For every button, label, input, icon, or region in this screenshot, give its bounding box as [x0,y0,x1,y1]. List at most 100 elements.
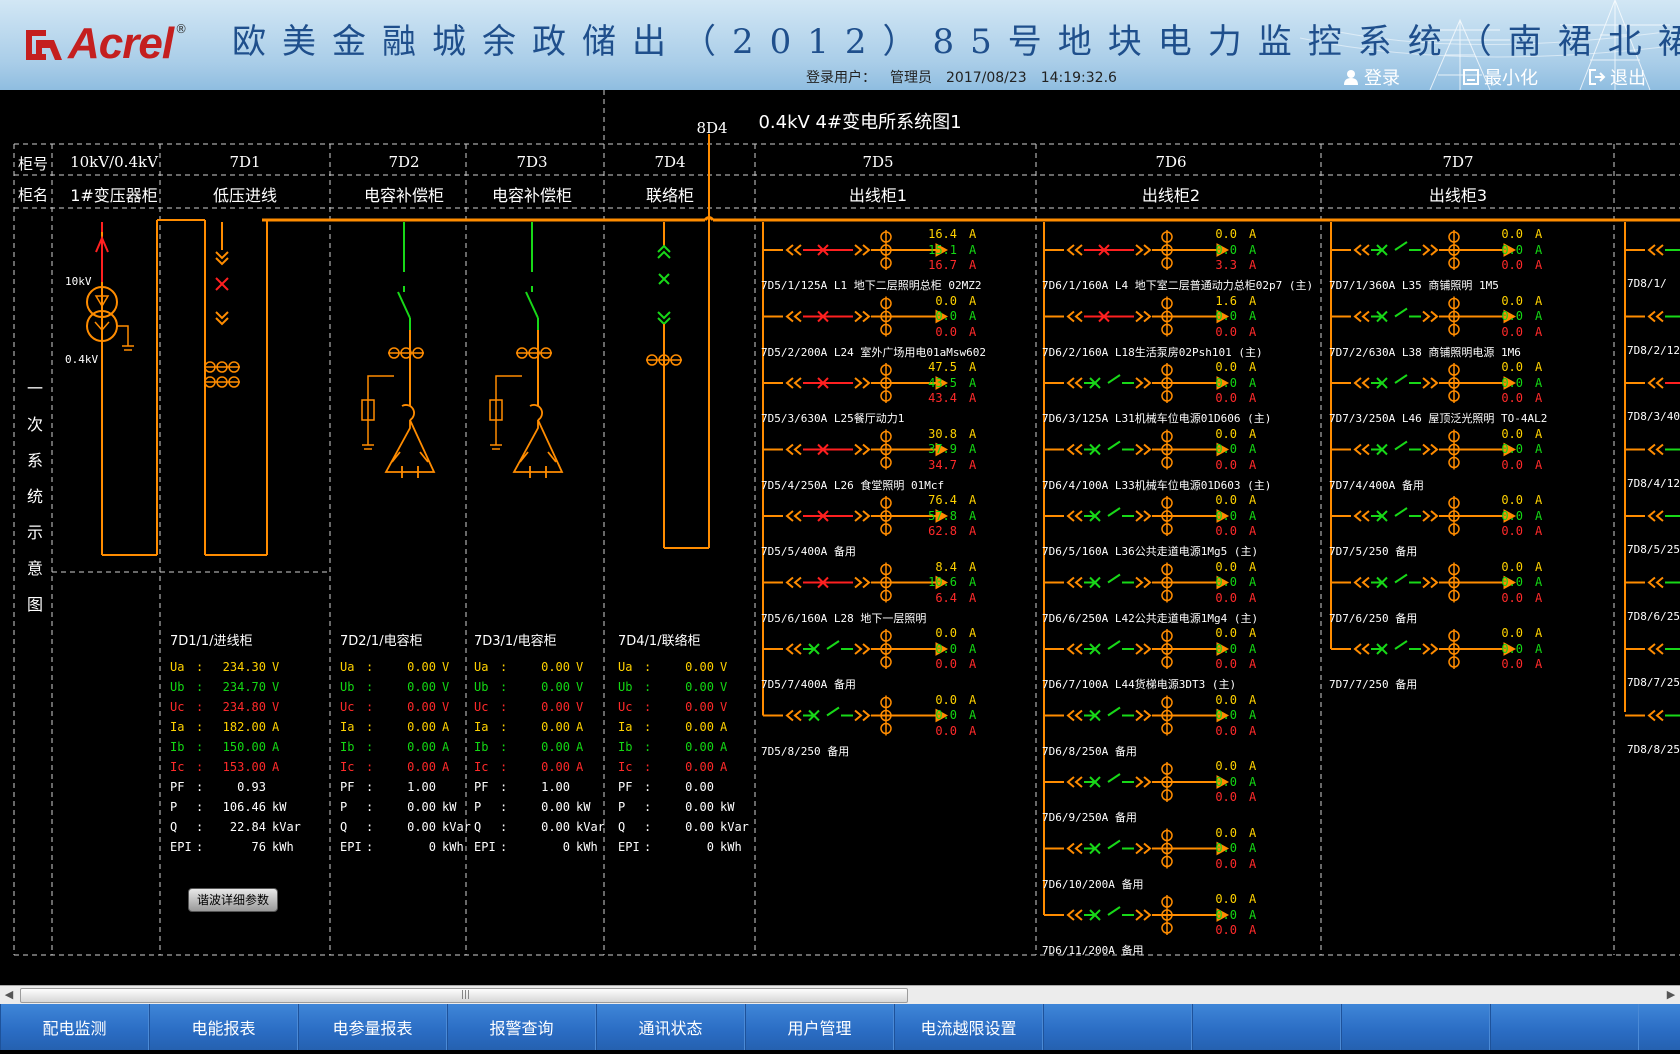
nav-item-9[interactable] [1341,1004,1490,1050]
feeder-0-2-load-arrow-icon [935,376,949,390]
feeder-0-7-incoming-chevron-icon [785,709,802,722]
nav-item-3[interactable]: 报警查询 [447,1004,596,1050]
nav-item-4[interactable]: 通讯状态 [596,1004,745,1050]
feeder-1-6-incoming-chevron-icon [1066,643,1083,655]
feeder-1-6-load-arrow-icon [1216,642,1230,656]
feeder-1-10-incoming-chevron-icon [1066,909,1083,921]
harmonic-details-button[interactable]: 谐波详细参数 [188,888,278,912]
nav-item-7[interactable] [1043,1004,1192,1050]
login-user: 管理员 [890,70,932,86]
tie-bottom-icon [657,311,671,326]
feeder-1-2-incoming-chevron-icon [1066,377,1083,389]
feeder-0-7-load-arrow-icon [935,708,949,723]
login-button-label: 登录 [1364,68,1400,89]
cap-7d3-switch-open-icon [525,291,539,319]
hv-arrow-icon [95,235,109,282]
feeder-1-4-switch-open-icon [1107,507,1121,517]
feeder-2-0-outgoing-chevron-icon [1422,244,1439,256]
nav-item-8[interactable] [1192,1004,1341,1050]
exit-button[interactable]: 退出 [1588,64,1646,90]
feeder-1-2-outgoing-chevron-icon [1135,377,1152,389]
feeder-2-4-outgoing-chevron-icon [1422,510,1439,522]
horizontal-scrollbar[interactable]: ◀ ||| ▶ [0,985,1680,1004]
ct-7d2 [388,347,424,359]
nav-item-10[interactable] [1490,1004,1639,1050]
feeder-1-6-switch-open-icon [1107,640,1121,650]
feeder-0-7-switch-open-icon [826,706,840,717]
feeder-0-5-outgoing-chevron-icon [854,576,871,589]
feeder-1-3-outgoing-chevron-icon [1135,443,1152,456]
scroll-right-icon[interactable]: ▶ [1662,986,1680,1004]
feeder-1-2-switch-open-icon [1107,374,1121,384]
login-info: 登录用户： 管理员 2017/08/23 14:19:32.6 [806,67,1131,87]
feeder-2-5-switch-open-icon [1394,573,1408,584]
feeder-2-2-outgoing-chevron-icon [1422,377,1439,389]
feeder-1-8-incoming-chevron-icon [1066,776,1083,788]
cap-7d2-arrester-icon [361,375,394,450]
minimize-button[interactable]: 最小化 [1462,64,1538,90]
feeder-0-6-load-arrow-icon [935,642,949,656]
scroll-left-icon[interactable]: ◀ [0,986,18,1004]
brand-name: Acrel [68,19,174,68]
nav-item-0[interactable]: 配电监测 [0,1004,149,1050]
user-icon [1344,70,1358,85]
feeder-2-6-incoming-chevron-icon [1353,643,1370,655]
feeder-2-2-switch-open-icon [1394,374,1408,384]
feeder-1-5-incoming-chevron-icon [1066,576,1083,589]
feeder-1-4-outgoing-chevron-icon [1135,510,1152,522]
feeder-1-6-outgoing-chevron-icon [1135,643,1152,655]
feeder-1-0-incoming-chevron-icon [1066,244,1083,256]
feeder-0-2-incoming-chevron-icon [785,377,802,389]
nav-item-5[interactable]: 用户管理 [745,1004,894,1050]
tie-breaker-open-icon [658,273,670,285]
acrel-logo: Acrel ® [22,19,188,68]
feeder-0-0-incoming-chevron-icon [785,244,802,256]
feeder-2-3-incoming-chevron-icon [1353,443,1370,456]
feeder-0-6-incoming-chevron-icon [785,643,802,655]
incoming-breaker-closed-icon [215,277,229,291]
feeder-2-6-switch-open-icon [1394,640,1408,650]
feeder-1-4-incoming-chevron-icon [1066,510,1083,522]
cap-7d3-arrester-icon [489,375,522,450]
feeder-1-10-switch-open-icon [1107,906,1121,916]
feeder-1-7-outgoing-chevron-icon [1135,709,1152,722]
feeder-2-1-switch-open-icon [1394,307,1408,318]
feeder-1-3-switch-open-icon [1107,440,1121,451]
feeder-0-1-outgoing-chevron-icon [854,310,871,323]
ct-7d1-top [204,361,240,373]
scrollbar-thumb[interactable]: ||| [20,988,908,1003]
feeder-2-2-load-arrow-icon [1503,376,1517,390]
feeder-2-6-outgoing-chevron-icon [1422,643,1439,655]
feeder-1-7-incoming-chevron-icon [1066,709,1083,722]
feeder-0-2-outgoing-chevron-icon [854,377,871,389]
feeder-2-1-incoming-chevron-icon [1353,310,1370,323]
feeder-1-10-load-arrow-icon [1216,908,1230,922]
login-label: 登录用户： [806,70,876,86]
nav-item-2[interactable]: 电参量报表 [298,1004,447,1050]
feeder-2-1-outgoing-chevron-icon [1422,310,1439,323]
feeder-1-1-incoming-chevron-icon [1066,310,1083,323]
feeder-3-2-chevron-icon [1647,377,1664,389]
minimize-icon [1463,69,1479,85]
feeder-2-1-load-arrow-icon [1503,309,1517,324]
feeder-1-5-switch-open-icon [1107,573,1121,584]
feeder-1-8-load-arrow-icon [1216,775,1230,789]
feeder-0-3-outgoing-chevron-icon [854,443,871,456]
nav-item-6[interactable]: 电流越限设置 [894,1004,1043,1050]
feeder-1-4-load-arrow-icon [1216,509,1230,523]
feeder-2-4-incoming-chevron-icon [1353,510,1370,522]
feeder-1-7-switch-open-icon [1107,706,1121,717]
title-bar: Acrel ® 欧美金融城余政储出（2012）85号地块电力监控系统（南裙北裙）… [0,0,1680,90]
feeder-2-4-load-arrow-icon [1503,509,1517,523]
cap-7d3-capacitor-icon [512,404,564,478]
feeder-0-4-outgoing-chevron-icon [854,510,871,522]
ct-7d1-bottom [204,376,240,388]
nav-item-1[interactable]: 电能报表 [149,1004,298,1050]
feeder-1-5-load-arrow-icon [1216,575,1230,590]
acrel-logo-icon [26,30,62,60]
exit-button-label: 退出 [1610,68,1646,89]
login-button[interactable]: 登录 [1342,64,1400,90]
feeder-1-0-outgoing-chevron-icon [1135,244,1152,256]
registered-mark: ® [175,22,188,36]
feeder-3-6-chevron-icon [1647,643,1664,655]
